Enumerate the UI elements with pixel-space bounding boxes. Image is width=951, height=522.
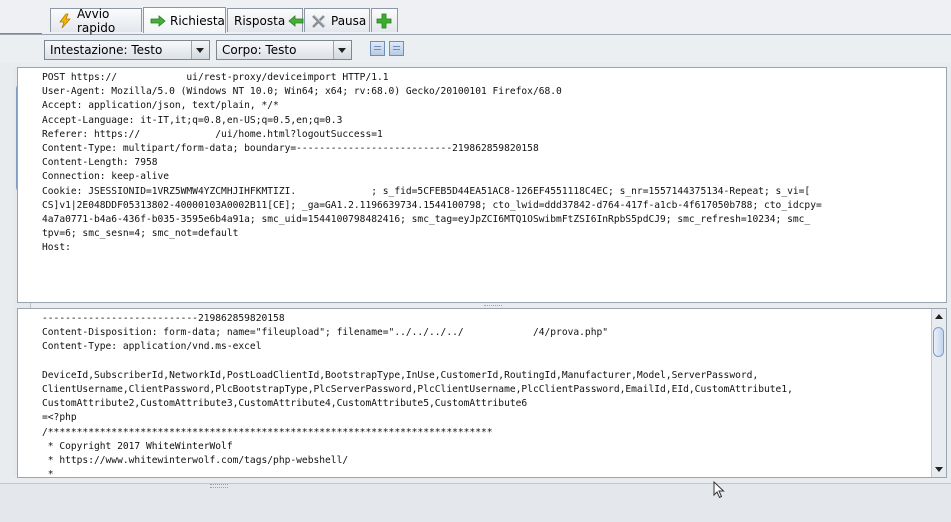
tab-request[interactable]: Richiesta xyxy=(143,7,226,33)
tab-bar-edge xyxy=(0,33,42,34)
header-format-select[interactable]: Intestazione: Testo xyxy=(44,40,210,60)
body-line: /***************************************… xyxy=(42,426,493,438)
format-toolbar: Intestazione: Testo Corpo: Testo xyxy=(0,35,951,63)
header-line: 4a7a0771-b4a6-436f-b035-3595e6b4a91a; sm… xyxy=(42,214,811,226)
header-line: Connection: keep-alive xyxy=(42,171,170,183)
add-tab-button[interactable] xyxy=(371,8,398,32)
header-line: tpv=6; smc_sesn=4; smc_not=default xyxy=(42,228,239,240)
request-body-pane[interactable]: ---------------------------2198628598201… xyxy=(17,308,947,478)
http-editor-window: Avvio rapido Richiesta Risposta Pausa In… xyxy=(0,0,951,522)
scroll-down-icon[interactable] xyxy=(932,463,946,477)
tab-response[interactable]: Risposta xyxy=(227,8,304,32)
header-line: Accept: application/json, text/plain, */… xyxy=(42,100,279,112)
body-line: ClientUsername,ClientPassword,PlcBootstr… xyxy=(42,384,793,396)
arrow-right-icon xyxy=(150,13,166,29)
lightning-icon xyxy=(57,13,73,29)
tab-bar: Avvio rapido Richiesta Risposta Pausa xyxy=(0,0,951,35)
body-format-select[interactable]: Corpo: Testo xyxy=(216,40,352,60)
tab-label: Pausa xyxy=(331,13,367,28)
body-line: Content-Type: application/vnd.ms-excel xyxy=(42,341,262,353)
add-tab-icon xyxy=(376,13,392,29)
tab-quick-start[interactable]: Avvio rapido xyxy=(50,6,142,35)
header-line: Content-Type: multipart/form-data; bound… xyxy=(42,143,539,155)
arrow-left-icon xyxy=(288,13,304,29)
body-line: Content-Disposition: form-data; name="fi… xyxy=(42,327,609,339)
chevron-down-icon[interactable] xyxy=(191,41,209,59)
tab-pause[interactable]: Pausa xyxy=(304,8,370,32)
body-line: CustomAttribute2,CustomAttribute3,Custom… xyxy=(42,398,528,410)
scroll-thumb[interactable] xyxy=(933,327,944,357)
body-line: =<?php xyxy=(42,412,77,424)
header-line: POST https:// ui/rest-proxy/deviceimport… xyxy=(42,72,389,83)
body-line: ---------------------------2198628598201… xyxy=(42,313,285,324)
layout-vertical-icon[interactable] xyxy=(389,41,404,56)
status-area xyxy=(0,483,951,522)
header-format-value: Intestazione: Testo xyxy=(50,43,163,57)
scroll-up-icon[interactable] xyxy=(932,309,946,323)
body-scrollbar[interactable] xyxy=(931,309,946,477)
body-line: * https://www.whitewinterwolf.com/tags/p… xyxy=(42,455,349,467)
layout-horizontal-icon[interactable] xyxy=(370,41,385,56)
body-line: DeviceId,SubscriberId,NetworkId,PostLoad… xyxy=(42,369,759,381)
pause-tools-icon xyxy=(311,13,327,29)
header-line: Content-Length: 7958 xyxy=(42,157,158,169)
request-header-text[interactable]: POST https:// ui/rest-proxy/deviceimport… xyxy=(18,68,946,256)
chevron-down-icon[interactable] xyxy=(333,41,351,59)
mouse-cursor-icon xyxy=(713,481,725,499)
header-line: Referer: https:// /ui/home.html?logoutSu… xyxy=(42,128,383,140)
header-line: Cookie: JSESSIONID=1VRZ5WMW4YZCMHJIHFKMT… xyxy=(42,185,811,197)
request-body-text[interactable]: ---------------------------2198628598201… xyxy=(18,309,946,478)
body-line: * Copyright 2017 WhiteWinterWolf xyxy=(42,440,233,452)
request-header-pane[interactable]: POST https:// ui/rest-proxy/deviceimport… xyxy=(17,67,947,303)
tab-label: Avvio rapido xyxy=(77,6,116,35)
bottom-splitter[interactable] xyxy=(210,484,228,488)
header-line: Host: xyxy=(42,242,71,254)
body-format-value: Corpo: Testo xyxy=(222,43,297,57)
body-line: * xyxy=(42,469,54,478)
header-line: Accept-Language: it-IT,it;q=0.8,en-US;q=… xyxy=(42,114,343,126)
tab-label: Risposta xyxy=(234,13,286,28)
header-line: User-Agent: Mozilla/5.0 (Windows NT 10.0… xyxy=(42,86,562,98)
header-line: CS]v1|2E048DDF05313802-40000103A0002B11[… xyxy=(42,199,822,211)
tab-label: Richiesta xyxy=(170,13,225,28)
